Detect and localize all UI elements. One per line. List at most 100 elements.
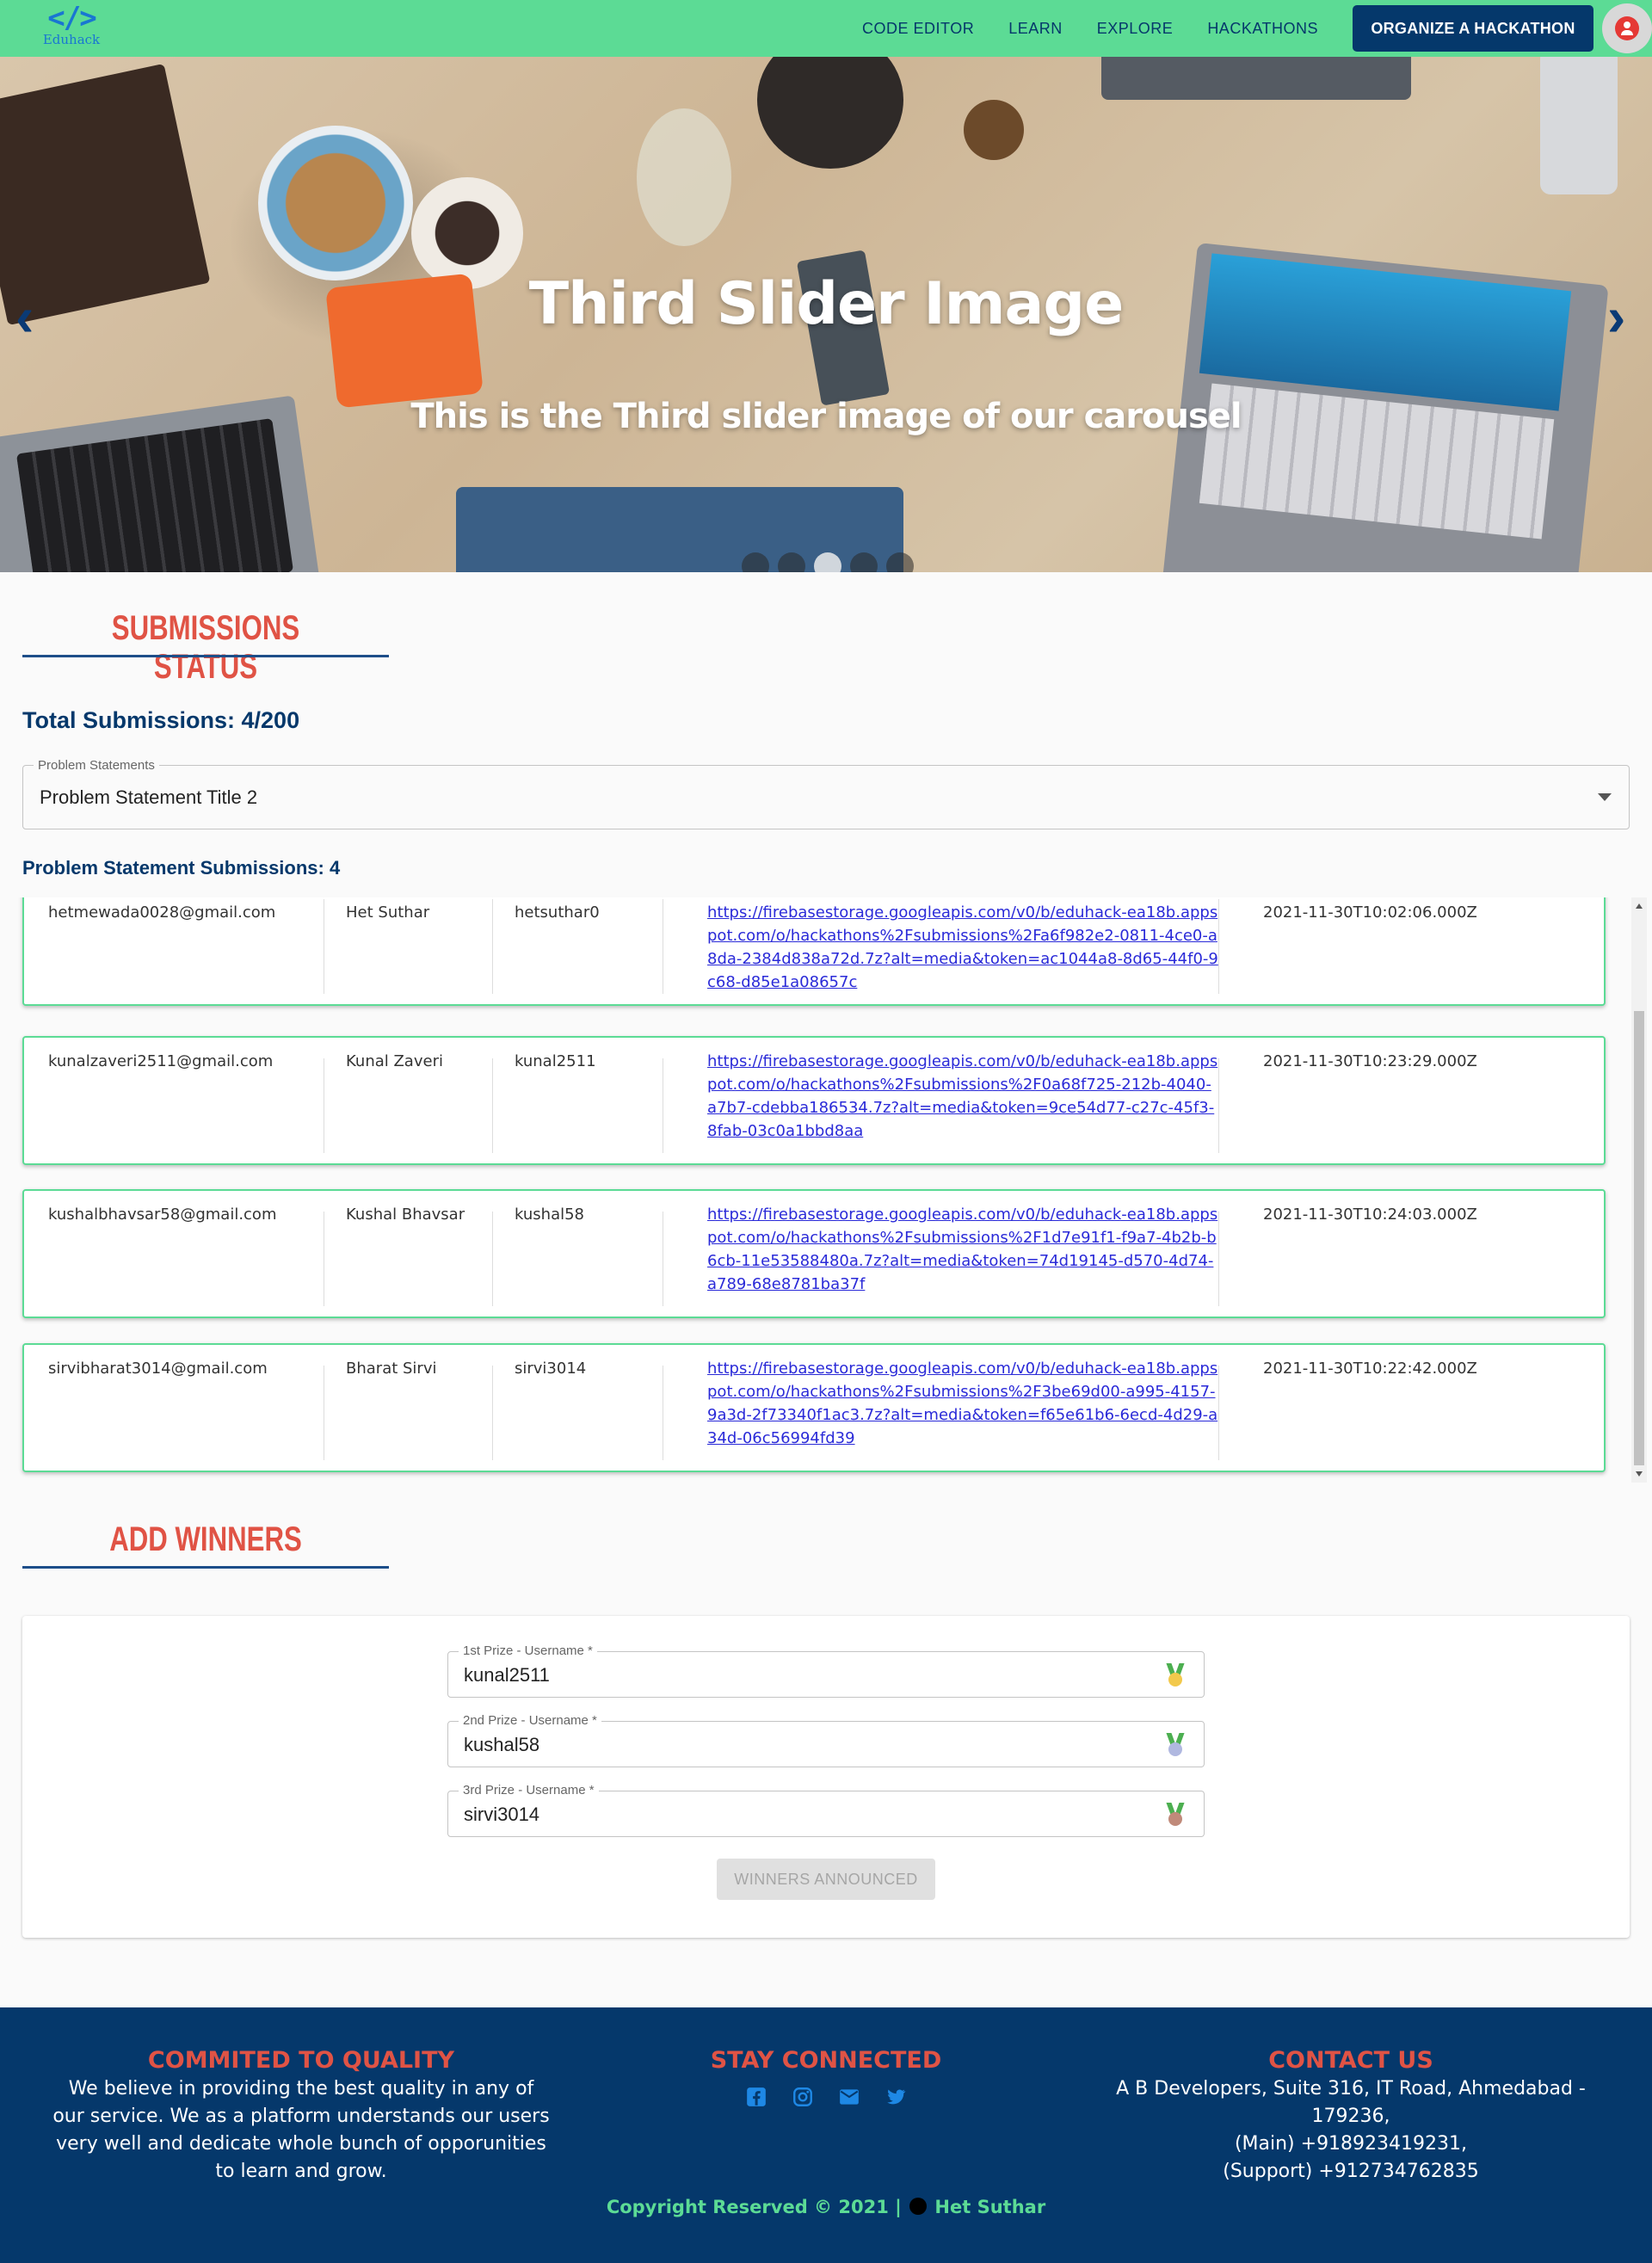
silver-medal-icon (1164, 1733, 1187, 1759)
user-avatar-button[interactable] (1602, 3, 1652, 53)
footer-quality-column: COMMITED TO QUALITY We believe in provid… (52, 2047, 551, 2186)
footer-quality-title: COMMITED TO QUALITY (147, 2047, 455, 2074)
footer-contact-main: (Main) +918923419231, (1234, 2133, 1468, 2155)
submission-time: 2021-11-30T10:23:29.000Z (1263, 1052, 1477, 1070)
select-label: Problem Statements (34, 758, 159, 773)
phone-shape (1540, 57, 1618, 194)
submission-link[interactable]: https://firebasestorage.googleapis.com/v… (685, 1050, 1218, 1146)
submission-name: Het Suthar (346, 903, 430, 922)
submission-row: kushalbhavsar58@gmail.com Kushal Bhavsar… (22, 1189, 1606, 1318)
first-prize-field[interactable]: 1st Prize - Username * kunal2511 (447, 1643, 1205, 1698)
submission-username: sirvi3014 (515, 1360, 587, 1378)
submission-row: hetmewada0028@gmail.com Het Suthar hetsu… (22, 897, 1606, 1006)
cell-divider (1218, 1212, 1219, 1306)
github-icon[interactable] (909, 2198, 928, 2215)
footer-connect-column: STAY CONNECTED (654, 2047, 998, 2108)
select-value: Problem Statement Title 2 (40, 786, 258, 808)
submission-username: kushal58 (515, 1205, 584, 1224)
submission-email: kunalzaveri2511@gmail.com (48, 1052, 274, 1070)
first-prize-label: 1st Prize - Username * (459, 1643, 597, 1658)
submission-link[interactable]: https://firebasestorage.googleapis.com/v… (685, 1357, 1218, 1453)
total-submissions: Total Submissions: 4/200 (22, 707, 300, 733)
nav-code-editor[interactable]: CODE EDITOR (862, 20, 974, 38)
submission-time: 2021-11-30T10:24:03.000Z (1263, 1205, 1477, 1224)
carousel-indicators (742, 552, 922, 572)
second-prize-field[interactable]: 2nd Prize - Username * kushal58 (447, 1713, 1205, 1767)
first-prize-value: kunal2511 (464, 1664, 550, 1686)
nav-explore[interactable]: EXPLORE (1097, 20, 1174, 38)
submission-email: sirvibharat3014@gmail.com (48, 1360, 268, 1378)
cell-divider (1218, 1058, 1219, 1153)
small-cup-shape (964, 100, 1024, 160)
carousel-next-arrow-icon[interactable]: › (1607, 282, 1625, 351)
footer-quality-text: We believe in providing the best quality… (52, 2078, 550, 2182)
submission-time: 2021-11-30T10:02:06.000Z (1263, 903, 1477, 922)
add-winners-panel: 1st Prize - Username * kunal2511 2nd Pri… (22, 1616, 1630, 1938)
cell-divider (492, 1366, 493, 1460)
scrollbar-thumb[interactable] (1634, 1011, 1644, 1465)
add-winners-heading: ADD WINNERS (109, 1520, 302, 1558)
carousel-dot-1[interactable] (742, 552, 769, 572)
twitter-icon[interactable] (885, 2086, 907, 2108)
carousel-dot-3[interactable] (814, 552, 841, 572)
laptop-top-right-shape (1101, 57, 1411, 100)
problem-statement-select[interactable]: Problem Statements Problem Statement Tit… (22, 758, 1630, 829)
carousel-prev-arrow-icon[interactable]: ‹ (15, 282, 34, 351)
account-icon (1615, 16, 1639, 40)
second-prize-value: kushal58 (464, 1734, 540, 1755)
submission-link[interactable]: https://firebasestorage.googleapis.com/v… (685, 901, 1218, 997)
footer: COMMITED TO QUALITY We believe in provid… (0, 2007, 1652, 2263)
third-prize-label: 3rd Prize - Username * (459, 1783, 599, 1797)
hero-carousel: Third Slider Image This is the Third sli… (0, 57, 1652, 572)
organize-hackathon-button[interactable]: ORGANIZE A HACKATHON (1353, 5, 1593, 52)
third-prize-value: sirvi3014 (464, 1804, 540, 1825)
hero-subtitle: This is the Third slider image of our ca… (410, 397, 1242, 436)
winners-announced-button[interactable]: WINNERS ANNOUNCED (717, 1859, 935, 1900)
caret-down-icon (1598, 793, 1612, 801)
cell-divider (492, 1058, 493, 1153)
nav-hackathons[interactable]: HACKATHONS (1207, 20, 1318, 38)
copyright-author[interactable]: Het Suthar (934, 2197, 1045, 2217)
submission-name: Bharat Sirvi (346, 1360, 437, 1378)
cell-divider (492, 899, 493, 994)
social-links (654, 2086, 998, 2108)
scroll-up-arrow-icon[interactable] (1636, 903, 1643, 909)
submission-link[interactable]: https://firebasestorage.googleapis.com/v… (685, 1203, 1218, 1299)
kettle-shape (757, 57, 903, 169)
submission-email: hetmewada0028@gmail.com (48, 903, 276, 922)
bowl-shape (258, 126, 413, 281)
carousel-dot-5[interactable] (886, 552, 914, 572)
add-winners-heading-underline (22, 1566, 389, 1569)
logo-text: Eduhack (42, 32, 101, 47)
submissions-scrollbar[interactable] (1631, 897, 1647, 1483)
submissions-heading: SUBMISSIONS STATUS (111, 609, 300, 686)
carousel-dot-2[interactable] (778, 552, 805, 572)
problem-statement-submissions-count: Problem Statement Submissions: 4 (22, 857, 341, 879)
submission-email: kushalbhavsar58@gmail.com (48, 1205, 277, 1224)
submission-time: 2021-11-30T10:22:42.000Z (1263, 1360, 1477, 1378)
nav-links: CODE EDITOR LEARN EXPLORE HACKATHONS ORG… (862, 0, 1600, 57)
top-navbar: </> Eduhack CODE EDITOR LEARN EXPLORE HA… (0, 0, 1652, 57)
footer-contact-support: (Support) +912734762835 (1223, 2161, 1479, 2182)
mail-icon[interactable] (838, 2086, 860, 2108)
bronze-medal-icon (1164, 1803, 1187, 1828)
scroll-down-arrow-icon[interactable] (1636, 1471, 1643, 1477)
carousel-dot-4[interactable] (850, 552, 878, 572)
eduhack-logo[interactable]: </> Eduhack (33, 2, 110, 52)
submission-row: kunalzaveri2511@gmail.com Kunal Zaveri k… (22, 1036, 1606, 1165)
submission-row: sirvibharat3014@gmail.com Bharat Sirvi s… (22, 1343, 1606, 1472)
footer-contact-column: CONTACT US A B Developers, Suite 316, IT… (1110, 2047, 1592, 2186)
hero-title: Third Slider Image (528, 270, 1124, 338)
footer-contact-address: A B Developers, Suite 316, IT Road, Ahme… (1116, 2078, 1586, 2127)
nav-learn[interactable]: LEARN (1008, 20, 1063, 38)
instagram-icon[interactable] (792, 2086, 814, 2108)
submissions-list: hetmewada0028@gmail.com Het Suthar hetsu… (0, 897, 1652, 1483)
facebook-icon[interactable] (745, 2086, 767, 2108)
submission-username: hetsuthar0 (515, 903, 600, 922)
submissions-heading-underline (22, 655, 389, 657)
second-prize-label: 2nd Prize - Username * (459, 1713, 601, 1728)
gold-medal-icon (1164, 1663, 1187, 1689)
third-prize-field[interactable]: 3rd Prize - Username * sirvi3014 (447, 1783, 1205, 1837)
glass-bottle-shape (637, 108, 731, 246)
footer-contact-title: CONTACT US (1268, 2047, 1433, 2074)
